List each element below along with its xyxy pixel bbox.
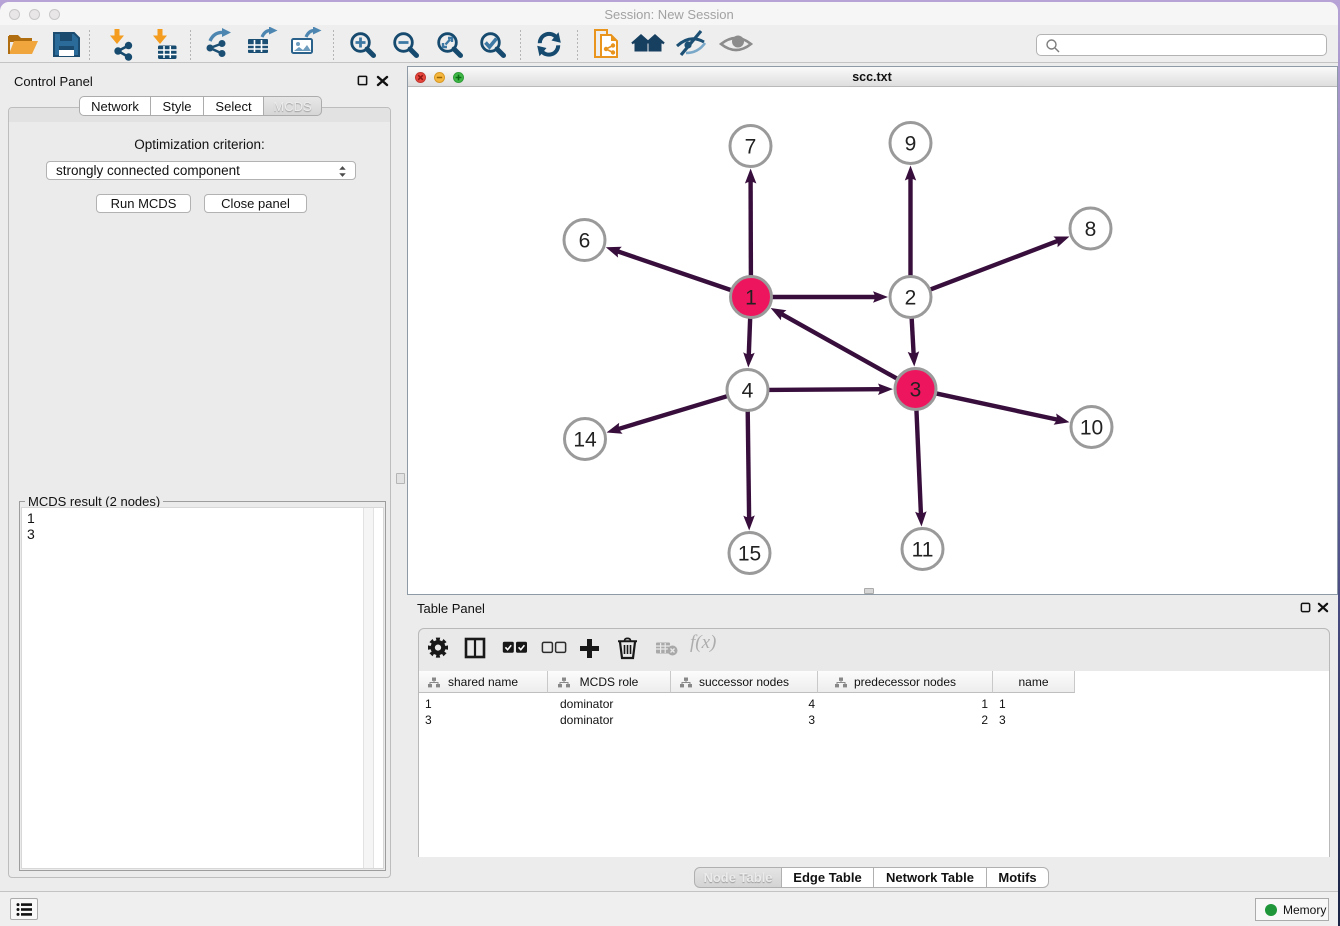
svg-text:6: 6	[578, 230, 590, 253]
svg-text:4: 4	[741, 380, 753, 403]
svg-text:3: 3	[909, 379, 921, 402]
svg-text:11: 11	[911, 539, 933, 562]
svg-text:1: 1	[745, 287, 757, 310]
svg-text:10: 10	[1079, 417, 1102, 440]
svg-text:14: 14	[573, 429, 597, 452]
svg-text:8: 8	[1084, 218, 1096, 241]
svg-text:7: 7	[744, 136, 756, 159]
svg-text:2: 2	[904, 287, 916, 310]
svg-text:9: 9	[904, 133, 916, 156]
svg-text:15: 15	[737, 543, 760, 566]
